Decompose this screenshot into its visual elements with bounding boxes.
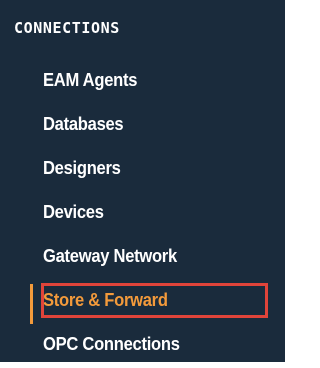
nav-item-designers[interactable]: Designers bbox=[0, 148, 285, 192]
nav-item-gateway-network[interactable]: Gateway Network bbox=[0, 236, 285, 280]
nav-item-devices[interactable]: Devices bbox=[0, 192, 285, 236]
nav-item-label: Devices bbox=[43, 202, 104, 222]
active-indicator bbox=[30, 284, 33, 324]
sidebar-nav: CONNECTIONS EAM Agents Databases Designe… bbox=[0, 0, 285, 362]
section-header-connections: CONNECTIONS bbox=[14, 19, 120, 37]
nav-item-label: Designers bbox=[43, 158, 121, 178]
nav-item-store-and-forward[interactable]: Store & Forward bbox=[0, 280, 285, 324]
nav-item-label: EAM Agents bbox=[43, 70, 138, 90]
nav-item-label: Gateway Network bbox=[43, 246, 177, 266]
nav-item-eam-agents[interactable]: EAM Agents bbox=[0, 60, 285, 104]
nav-item-label: Databases bbox=[43, 114, 124, 134]
nav-item-databases[interactable]: Databases bbox=[0, 104, 285, 148]
nav-list: EAM Agents Databases Designers Devices G… bbox=[0, 60, 285, 368]
nav-item-opc-connections[interactable]: OPC Connections bbox=[0, 324, 285, 368]
nav-item-label: Store & Forward bbox=[43, 290, 168, 310]
nav-item-label: OPC Connections bbox=[43, 334, 180, 354]
